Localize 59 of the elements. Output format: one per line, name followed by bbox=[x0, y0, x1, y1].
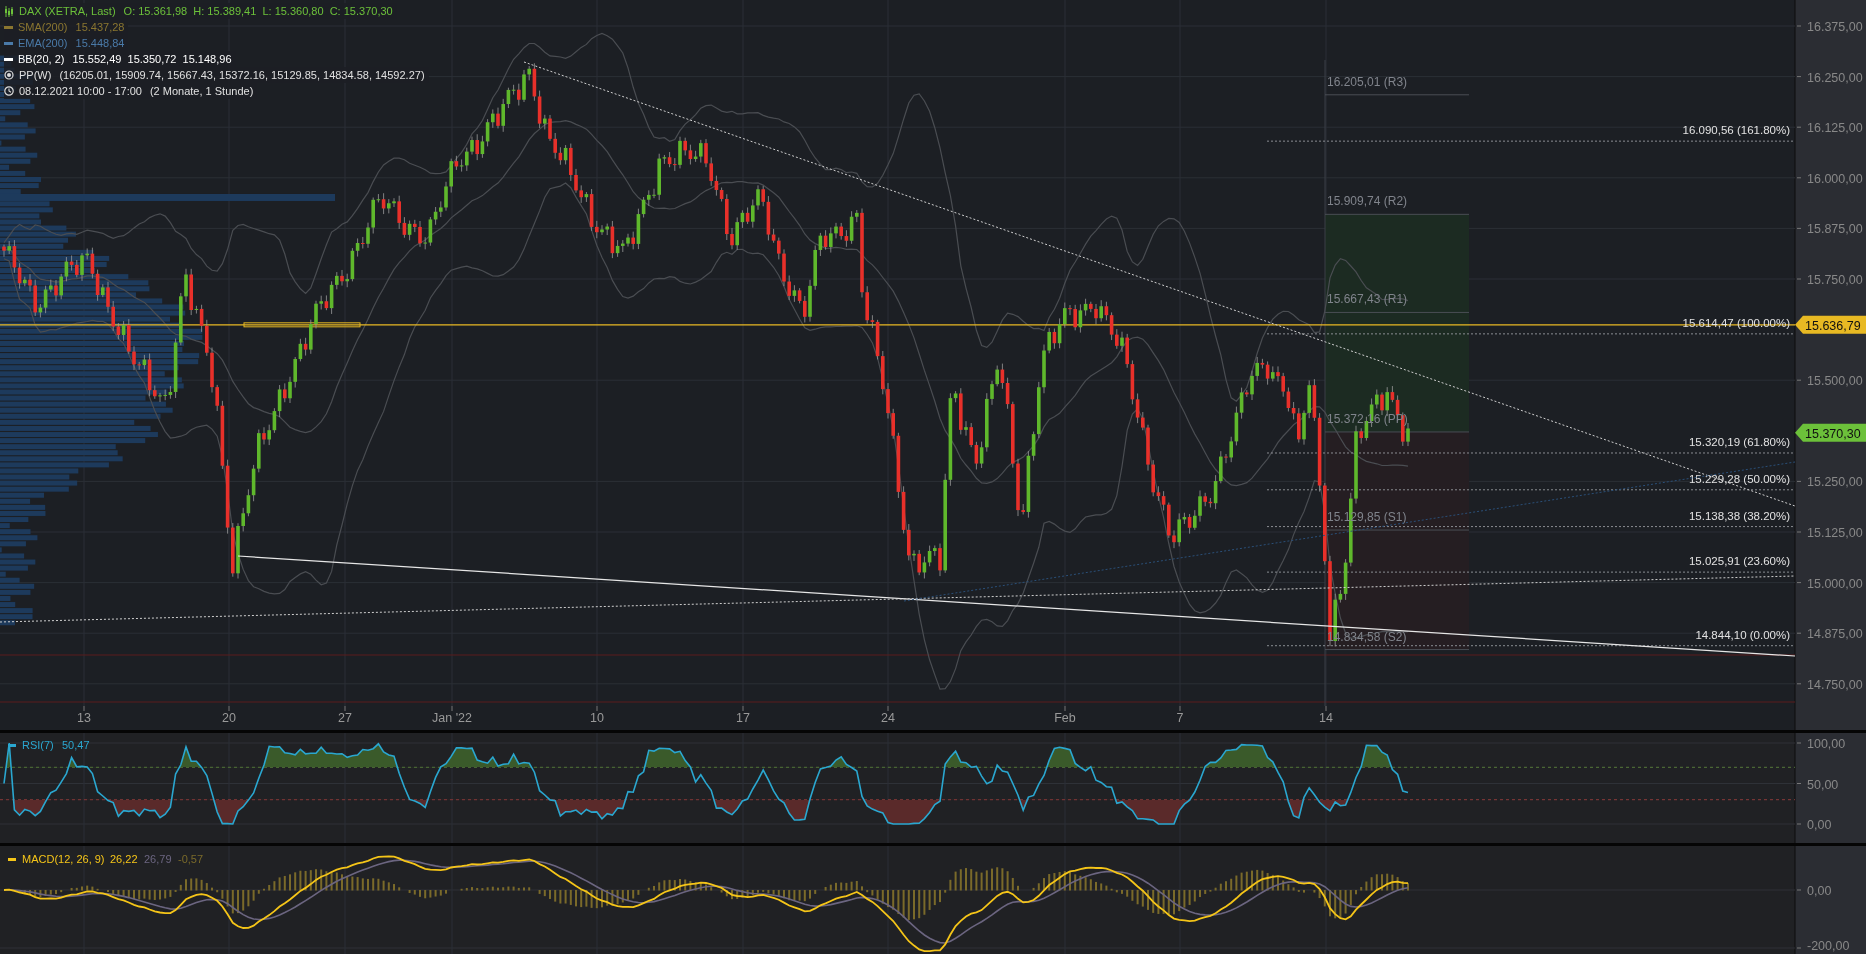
axis-label: 16.250,00 bbox=[1807, 70, 1863, 85]
axis-label: 17 bbox=[736, 711, 750, 725]
axis-label: 24 bbox=[881, 711, 895, 725]
legend-value: 50,47 bbox=[62, 739, 90, 751]
legend-value: 15.448,84 bbox=[75, 37, 125, 49]
legend-label: SMA(200) bbox=[18, 21, 68, 33]
axis-label: Jan '22 bbox=[432, 711, 472, 725]
candlestick-icon bbox=[4, 5, 14, 17]
fib-level-label: 15.025,91 (23.60%) bbox=[1688, 555, 1790, 568]
axis-label: 14 bbox=[1319, 711, 1333, 725]
legend-label: EMA(200) bbox=[18, 37, 68, 49]
fib-level-label: 15.229,28 (50.00%) bbox=[1688, 472, 1790, 485]
axis-label: 13 bbox=[77, 711, 91, 725]
axis-label: 15.250,00 bbox=[1807, 475, 1863, 490]
axis-label: 10 bbox=[590, 711, 604, 725]
legend-label: DAX (XETRA, Last) bbox=[19, 5, 116, 17]
axis-label: 0,00 bbox=[1807, 818, 1832, 832]
axis-label: 7 bbox=[1176, 711, 1184, 725]
target-icon bbox=[4, 70, 14, 80]
axis-label: 16.000,00 bbox=[1807, 171, 1863, 186]
fib-level-label: 15.320,19 (61.80%) bbox=[1688, 436, 1790, 448]
axis-label: -200,00 bbox=[1807, 939, 1850, 953]
axis-label: 50,00 bbox=[1807, 777, 1839, 792]
axis-label: Feb bbox=[1054, 711, 1076, 725]
axis-label: 20 bbox=[222, 711, 236, 725]
legend-value: (16205.01, 15909.74, 15667.43, 15372.16, 15129.85, 14834.58, 14592.27) bbox=[59, 69, 425, 81]
axis-label: 15.125,00 bbox=[1807, 526, 1863, 540]
axis-label: 16.375,00 bbox=[1807, 20, 1863, 34]
legend-label: BB(20, 2) bbox=[18, 53, 65, 65]
fib-level-label: 16.090,56 (161.80%) bbox=[1682, 124, 1790, 137]
axis-label: 27 bbox=[338, 711, 352, 725]
legend-value: 15.437,28 bbox=[75, 21, 125, 33]
line-swatch-icon bbox=[8, 744, 16, 747]
axis-label: 15.750,00 bbox=[1807, 273, 1863, 287]
legend-value: 26,22 bbox=[110, 853, 138, 865]
pivot-label: 15.667,43 (R1) bbox=[1327, 292, 1408, 307]
legend-label: MACD(12, 26, 9) bbox=[22, 853, 105, 865]
pivot-label: 15.909,74 (R2) bbox=[1327, 194, 1408, 209]
axis-label: 100,00 bbox=[1807, 737, 1846, 751]
legend-value: O: 15.361,98 H: 15.389,41 L: 15.360,80 C: 15.370,30 bbox=[123, 5, 393, 17]
axis-label: 16.125,00 bbox=[1807, 121, 1863, 136]
legend-value: -0,57 bbox=[178, 853, 204, 865]
axis-label: 14.875,00 bbox=[1807, 627, 1863, 642]
axis-label: 14.750,00 bbox=[1807, 677, 1863, 692]
legend-value: (2 Monate, 1 Stunde) bbox=[149, 85, 254, 97]
fib-level-label: 15.138,38 (38.20%) bbox=[1688, 509, 1790, 522]
legend-value: 15.552,49 15.350,72 15.148,96 bbox=[72, 53, 232, 65]
legend-label: RSI(7) bbox=[22, 739, 54, 751]
legend-value: 26,79 bbox=[144, 853, 172, 865]
fib-level-label: 14.844,10 (0.00%) bbox=[1695, 628, 1790, 641]
axis-label: 0,00 bbox=[1807, 884, 1832, 898]
clock-icon bbox=[4, 86, 14, 96]
axis-label: 15.875,00 bbox=[1807, 222, 1863, 237]
legend-label: PP(W) bbox=[19, 69, 52, 81]
axis-label: 15.000,00 bbox=[1807, 576, 1863, 591]
axis-label: 15.500,00 bbox=[1807, 374, 1863, 389]
line-swatch-icon bbox=[8, 858, 16, 861]
pivot-label: 16.205,01 (R3) bbox=[1327, 74, 1408, 89]
legend-label: 08.12.2021 10:00 - 17:00 bbox=[19, 85, 142, 97]
